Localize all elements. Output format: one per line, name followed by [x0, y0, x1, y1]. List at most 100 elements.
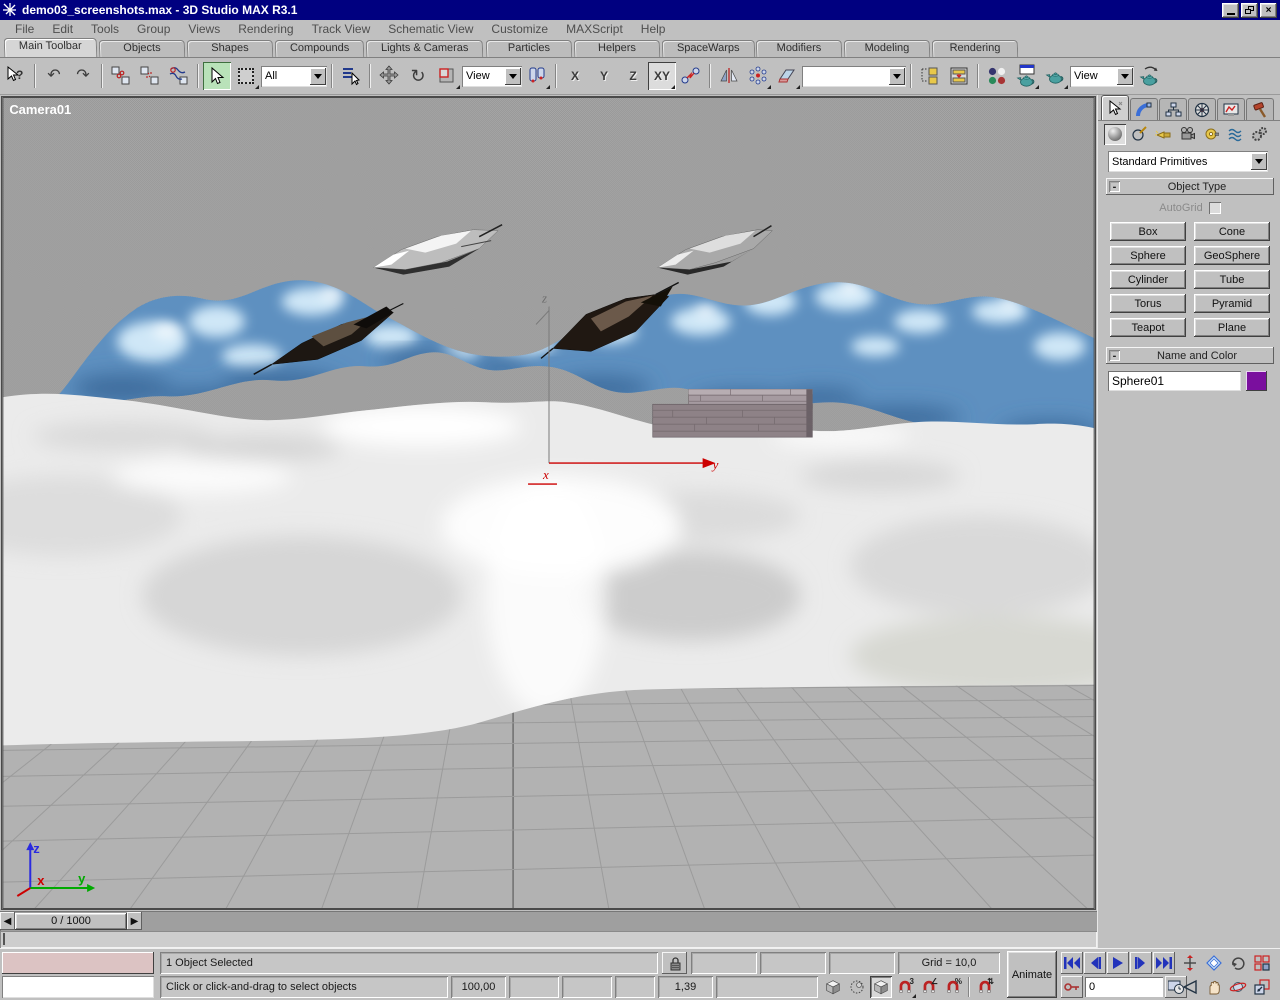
arc-rotate-button[interactable]: [1226, 976, 1249, 998]
dropdown-arrow-icon[interactable]: [1117, 67, 1133, 85]
reference-coordinate-dropdown[interactable]: View: [462, 65, 522, 87]
category-shapes[interactable]: [1128, 124, 1150, 145]
maxscript-mini-listener-white[interactable]: [2, 976, 154, 998]
render-last-button[interactable]: [1135, 62, 1163, 90]
animate-button[interactable]: Animate: [1007, 951, 1057, 998]
box-button[interactable]: Box: [1110, 222, 1186, 241]
transform-value-field[interactable]: 100,00: [451, 976, 506, 998]
select-and-move-button[interactable]: [375, 62, 403, 90]
zoom-all-button[interactable]: [1226, 952, 1249, 974]
percent-snap-button[interactable]: %: [942, 976, 964, 998]
tab-display[interactable]: [1217, 98, 1245, 120]
dropdown-arrow-icon[interactable]: [310, 67, 326, 85]
dropdown-arrow-icon[interactable]: [1251, 153, 1267, 170]
viewport-scene[interactable]: z y x z y x Camera01: [1, 96, 1096, 910]
torus-button[interactable]: Torus: [1110, 294, 1186, 313]
use-pivot-point-button[interactable]: [523, 62, 551, 90]
snap-toggle-3d-button[interactable]: [870, 976, 892, 998]
angle-snap-button[interactable]: ∠: [918, 976, 940, 998]
z-coordinate-field[interactable]: [829, 952, 895, 974]
tab-utilities[interactable]: [1246, 98, 1274, 120]
tab-motion[interactable]: [1188, 98, 1216, 120]
category-cameras[interactable]: [1176, 124, 1198, 145]
select-by-name-button[interactable]: [337, 62, 365, 90]
draft-snap-button[interactable]: [822, 976, 844, 998]
snap-3-button[interactable]: 3: [894, 976, 916, 998]
next-frame-button[interactable]: [1130, 952, 1152, 974]
object-color-swatch[interactable]: [1246, 371, 1267, 391]
ik-toggle-button[interactable]: [677, 62, 705, 90]
tab-hierarchy[interactable]: [1159, 98, 1187, 120]
autogrid-checkbox[interactable]: [1208, 202, 1221, 214]
category-systems[interactable]: [1248, 124, 1270, 145]
zoom-button[interactable]: [1178, 952, 1201, 974]
go-to-start-button[interactable]: [1061, 952, 1083, 974]
selection-lock-toggle[interactable]: [662, 952, 687, 974]
mirror-button[interactable]: [715, 62, 743, 90]
field-of-view-button[interactable]: [1178, 976, 1201, 998]
restore-button[interactable]: [1241, 2, 1258, 18]
menu-group[interactable]: Group: [128, 20, 179, 38]
tab-lights-cameras[interactable]: Lights & Cameras: [365, 40, 484, 57]
plane-button[interactable]: Plane: [1194, 318, 1270, 337]
tab-shapes[interactable]: Shapes: [186, 40, 274, 57]
tab-modifiers[interactable]: Modifiers: [755, 40, 843, 57]
tab-compounds[interactable]: Compounds: [274, 40, 365, 57]
help-mode-button[interactable]: ?: [2, 62, 30, 90]
pan-button[interactable]: [1202, 976, 1225, 998]
cylinder-button[interactable]: Cylinder: [1110, 270, 1186, 289]
sphere-button[interactable]: Sphere: [1110, 246, 1186, 265]
maxscript-mini-listener-pink[interactable]: [2, 952, 154, 974]
object-type-rollout-header[interactable]: - Object Type: [1106, 178, 1274, 195]
tab-create[interactable]: [1101, 95, 1129, 120]
object-name-input[interactable]: [1108, 371, 1241, 391]
spinner-snap-button[interactable]: ⇅: [974, 976, 996, 998]
play-button[interactable]: [1107, 952, 1129, 974]
open-schematic-view-button[interactable]: [945, 62, 973, 90]
open-track-view-button[interactable]: [916, 62, 944, 90]
tab-rendering[interactable]: Rendering: [931, 40, 1019, 57]
category-space-warps[interactable]: [1224, 124, 1246, 145]
menu-track-view[interactable]: Track View: [303, 20, 380, 38]
zoom-extents-all-button[interactable]: [1250, 952, 1273, 974]
render-scene-button[interactable]: [1012, 62, 1040, 90]
key-mode-toggle[interactable]: [1061, 976, 1083, 998]
time-slider[interactable]: ◀ 0 / 1000 ▶: [0, 911, 1097, 931]
dotted-snap-button[interactable]: [846, 976, 868, 998]
menu-maxscript[interactable]: MAXScript: [557, 20, 632, 38]
cone-button[interactable]: Cone: [1194, 222, 1270, 241]
align-button[interactable]: [773, 62, 801, 90]
named-selection-sets-dropdown[interactable]: [802, 65, 906, 87]
selection-region-button[interactable]: [232, 62, 260, 90]
array-button[interactable]: [744, 62, 772, 90]
redo-button[interactable]: ↷: [69, 62, 97, 90]
go-to-end-button[interactable]: [1153, 952, 1175, 974]
tab-spacewarps[interactable]: SpaceWarps: [661, 40, 755, 57]
unlink-selection-button[interactable]: [136, 62, 164, 90]
menu-file[interactable]: File: [6, 20, 43, 38]
menu-tools[interactable]: Tools: [82, 20, 128, 38]
restrict-x-button[interactable]: X: [561, 62, 589, 90]
previous-frame-button[interactable]: [1084, 952, 1106, 974]
restrict-xy-plane-button[interactable]: XY: [648, 62, 676, 90]
tab-helpers[interactable]: Helpers: [573, 40, 660, 57]
tab-main-toolbar[interactable]: Main Toolbar: [3, 38, 98, 57]
menu-edit[interactable]: Edit: [43, 20, 82, 38]
teapot-button[interactable]: Teapot: [1110, 318, 1186, 337]
current-frame-field[interactable]: [1085, 977, 1163, 997]
min-max-toggle-button[interactable]: [1250, 976, 1273, 998]
time-slider-left-arrow[interactable]: ◀: [0, 912, 15, 930]
tab-particles[interactable]: Particles: [485, 40, 572, 57]
quick-render-button[interactable]: [1041, 62, 1069, 90]
restrict-z-button[interactable]: Z: [619, 62, 647, 90]
primitive-category-dropdown[interactable]: Standard Primitives: [1108, 151, 1268, 172]
tab-modeling[interactable]: Modeling: [843, 40, 931, 57]
viewport-label[interactable]: Camera01: [9, 102, 71, 117]
category-helpers[interactable]: [1200, 124, 1222, 145]
menu-rendering[interactable]: Rendering: [229, 20, 302, 38]
dropdown-arrow-icon[interactable]: [505, 67, 521, 85]
select-and-rotate-button[interactable]: ↻: [404, 62, 432, 90]
undo-button[interactable]: ↶: [40, 62, 68, 90]
tab-modify[interactable]: [1130, 98, 1158, 120]
category-lights[interactable]: [1152, 124, 1174, 145]
